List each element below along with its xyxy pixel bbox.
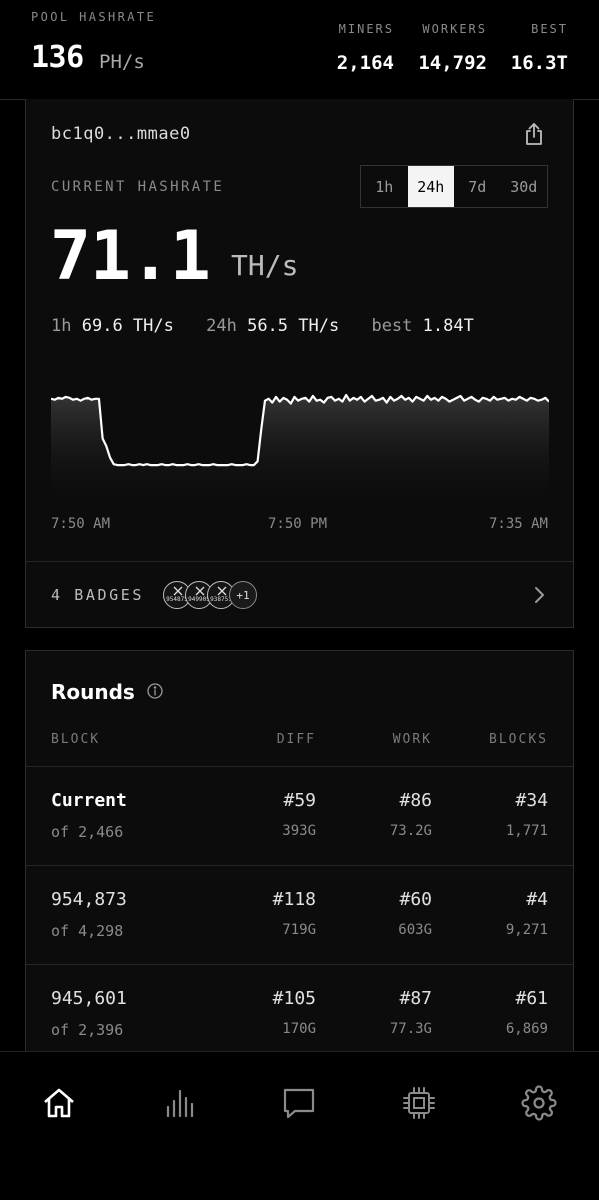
- row-blocks: #4: [526, 889, 548, 910]
- badges-label: 4 BADGES: [51, 586, 145, 604]
- table-row[interactable]: Current of 2,466 #59 393G #86 73.2G #34 …: [26, 766, 573, 866]
- bar-chart-icon[interactable]: [159, 1083, 199, 1123]
- row-diff: #105: [272, 988, 316, 1009]
- rounds-card: Rounds BLOCK DIFF WORK BLOCKS Current of…: [25, 650, 574, 1060]
- badges-row[interactable]: 4 BADGES 954875 949905 938751 +1: [26, 561, 573, 627]
- stat-best-label: BEST: [531, 22, 568, 36]
- row-work-sub: 77.3G: [389, 1021, 432, 1037]
- row-blocks-sub: 1,771: [505, 823, 548, 839]
- row-of: of 4,298: [51, 922, 124, 940]
- row-of: of 2,396: [51, 1021, 124, 1039]
- table-row[interactable]: 945,601 of 2,396 #105 170G #87 77.3G #61…: [26, 964, 573, 1064]
- gear-icon[interactable]: [519, 1083, 559, 1123]
- row-work-sub: 603G: [398, 922, 432, 938]
- range-30d[interactable]: 30d: [501, 166, 548, 207]
- row-of: of 2,466: [51, 823, 124, 841]
- substat-24h-label: 24h: [206, 316, 237, 336]
- info-icon[interactable]: [147, 683, 163, 703]
- pool-hashrate-label: POOL HASHRATE: [31, 10, 157, 24]
- hashrate-area: [51, 395, 549, 499]
- row-diff: #59: [283, 790, 316, 811]
- rounds-title: Rounds: [51, 680, 135, 704]
- range-24h[interactable]: 24h: [407, 166, 454, 207]
- range-1h[interactable]: 1h: [361, 166, 408, 207]
- col-header-blocks: BLOCKS: [489, 732, 548, 747]
- stat-workers-value: 14,792: [418, 52, 487, 74]
- row-diff-sub: 393G: [282, 823, 316, 839]
- x-tick-label: 7:50 AM: [51, 516, 111, 532]
- x-tick-label: 7:35 AM: [488, 516, 548, 532]
- badge-more-count: +1: [229, 581, 257, 609]
- col-header-work: WORK: [392, 732, 432, 747]
- row-blocks-sub: 6,869: [505, 1021, 548, 1037]
- current-hashrate-label: CURRENT HASHRATE: [51, 179, 225, 195]
- x-tick-label: 7:50 PM: [268, 516, 328, 532]
- chevron-right-icon[interactable]: [533, 585, 545, 609]
- row-diff-sub: 170G: [282, 1021, 316, 1037]
- row-diff: #118: [272, 889, 316, 910]
- row-work: #86: [399, 790, 432, 811]
- range-selector: 1h 24h 7d 30d: [360, 165, 548, 208]
- home-icon[interactable]: [39, 1083, 79, 1123]
- substat-best-value: 1.84T: [422, 316, 474, 336]
- range-7d[interactable]: 7d: [454, 166, 501, 207]
- chip-icon[interactable]: [399, 1083, 439, 1123]
- stat-workers-label: WORKERS: [422, 22, 487, 36]
- row-blocks: #34: [515, 790, 548, 811]
- pool-hashrate-unit: PH/s: [99, 51, 145, 73]
- row-block: 954,873: [51, 889, 127, 910]
- hashrate-substats: 1h 69.6 TH/s 24h 56.5 TH/s best 1.84T: [51, 316, 496, 336]
- current-hashrate-value: 71.1: [50, 217, 211, 296]
- table-row[interactable]: 954,873 of 4,298 #118 719G #60 603G #4 9…: [26, 865, 573, 965]
- wallet-address[interactable]: bc1q0...mmae0: [51, 124, 191, 144]
- row-diff-sub: 719G: [282, 922, 316, 938]
- substat-24h-value: 56.5 TH/s: [247, 316, 340, 336]
- row-work: #60: [399, 889, 432, 910]
- row-block: Current: [51, 790, 127, 811]
- bottom-nav: [0, 1051, 599, 1200]
- miner-card: bc1q0...mmae0 CURRENT HASHRATE 1h 24h 7d…: [25, 99, 574, 628]
- pool-hashrate-value: 136: [31, 40, 84, 75]
- row-block: 945,601: [51, 988, 127, 1009]
- row-blocks-sub: 9,271: [505, 922, 548, 938]
- substat-1h-value: 69.6 TH/s: [81, 316, 174, 336]
- hashrate-chart[interactable]: [51, 381, 549, 499]
- col-header-block: BLOCK: [51, 732, 101, 747]
- pool-header: POOL HASHRATE 136 PH/s MINERS 2,164 WORK…: [0, 0, 599, 100]
- share-icon[interactable]: [521, 121, 547, 147]
- row-work: #87: [399, 988, 432, 1009]
- substat-best-label: best: [371, 316, 413, 336]
- col-header-diff: DIFF: [276, 732, 316, 747]
- substat-1h-label: 1h: [51, 316, 72, 336]
- stat-best-value: 16.3T: [510, 52, 568, 74]
- row-blocks: #61: [515, 988, 548, 1009]
- row-work-sub: 73.2G: [389, 823, 432, 839]
- chat-icon[interactable]: [279, 1083, 319, 1123]
- stat-miners-value: 2,164: [336, 52, 394, 74]
- current-hashrate-unit: TH/s: [231, 249, 299, 282]
- stat-miners-label: MINERS: [338, 22, 394, 36]
